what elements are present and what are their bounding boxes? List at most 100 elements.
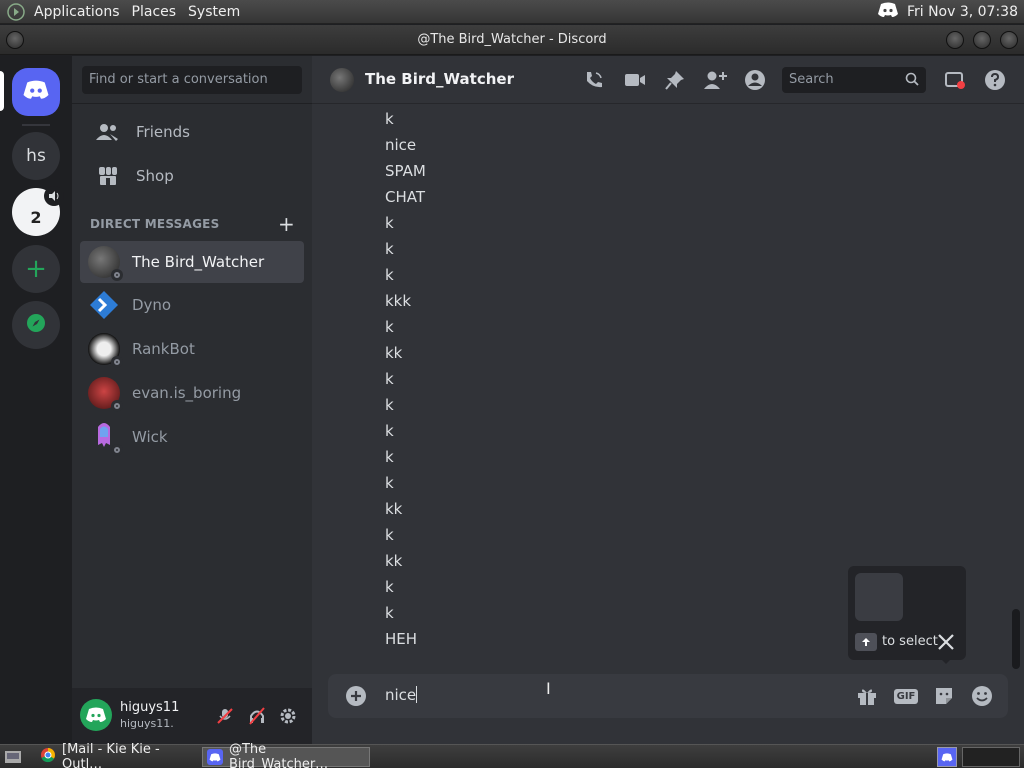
select-hint: to select bbox=[882, 634, 938, 649]
close-popup-icon[interactable] bbox=[936, 632, 956, 652]
explore-button[interactable] bbox=[12, 301, 60, 349]
chat-search-input[interactable]: Search bbox=[782, 67, 926, 93]
message-input[interactable]: nice bbox=[385, 686, 418, 704]
server-label: hs bbox=[26, 146, 46, 166]
add-friends-to-dm-icon[interactable] bbox=[703, 68, 727, 92]
message-text: k bbox=[385, 110, 394, 128]
dm-name: The Bird_Watcher bbox=[132, 253, 265, 271]
taskbar-item-mail[interactable]: [Mail - Kie Kie - Outl… bbox=[36, 742, 200, 768]
composer-area: nice I GIF bbox=[312, 670, 1024, 744]
message-text: kk bbox=[385, 552, 403, 570]
workspace-switcher[interactable] bbox=[962, 747, 1020, 767]
chrome-icon bbox=[40, 747, 56, 767]
upload-plus-icon[interactable] bbox=[346, 686, 366, 706]
username: higuys11 bbox=[120, 700, 180, 715]
message-text: HEH bbox=[385, 630, 418, 648]
dm-item-dyno[interactable]: Dyno bbox=[80, 284, 304, 326]
add-server-button[interactable]: + bbox=[12, 245, 60, 293]
window-titlebar[interactable]: @The Bird_Watcher - Discord bbox=[0, 25, 1024, 55]
taskbar: [Mail - Kie Kie - Outl… @The Bird_Watche… bbox=[0, 742, 1024, 768]
close-window-button[interactable] bbox=[1000, 31, 1018, 49]
user-profile-icon[interactable] bbox=[743, 68, 767, 92]
user-settings-gear-icon[interactable] bbox=[278, 706, 298, 726]
message-text: SPAM bbox=[385, 162, 426, 180]
user-panel: higuys11 higuys11. bbox=[72, 688, 312, 744]
video-call-icon[interactable] bbox=[623, 68, 647, 92]
home-button[interactable] bbox=[12, 68, 60, 116]
rail-divider bbox=[22, 124, 50, 126]
message-composer[interactable]: nice I GIF bbox=[328, 674, 1008, 718]
message-text: k bbox=[385, 396, 394, 414]
status-offline-icon bbox=[111, 444, 123, 456]
screen: Applications Places System Fri Nov 3, 07… bbox=[0, 0, 1024, 768]
window-menu-button[interactable] bbox=[6, 31, 24, 49]
create-dm-plus-icon[interactable]: + bbox=[278, 212, 295, 236]
active-pill bbox=[0, 71, 4, 111]
message-text: k bbox=[385, 578, 394, 596]
voice-call-icon[interactable] bbox=[582, 68, 606, 92]
status-offline-icon bbox=[111, 356, 123, 368]
message-text: nice bbox=[385, 136, 417, 154]
server-hs[interactable]: hs bbox=[12, 132, 60, 180]
compass-icon bbox=[26, 313, 46, 338]
speaker-badge-icon bbox=[44, 186, 64, 206]
emoji-icon[interactable] bbox=[970, 684, 994, 708]
gif-icon[interactable]: GIF bbox=[893, 684, 919, 708]
search-placeholder: Search bbox=[789, 72, 834, 87]
dm-item-rankbot[interactable]: RankBot bbox=[80, 328, 304, 370]
nav-friends[interactable]: Friends bbox=[80, 111, 304, 153]
inbox-icon[interactable] bbox=[943, 68, 967, 92]
minimize-button[interactable] bbox=[946, 31, 964, 49]
gif-label: GIF bbox=[893, 688, 919, 704]
sticker-icon[interactable] bbox=[932, 684, 956, 708]
user-tag: higuys11. bbox=[120, 717, 174, 730]
discord-tray-icon[interactable] bbox=[877, 2, 899, 22]
message-text: kk bbox=[385, 344, 403, 362]
maximize-button[interactable] bbox=[973, 31, 991, 49]
message-text: kk bbox=[385, 500, 403, 518]
direct-messages-header: DIRECT MESSAGES bbox=[90, 217, 220, 231]
message-text: k bbox=[385, 422, 394, 440]
mute-microphone-icon[interactable] bbox=[215, 706, 235, 726]
sticker-suggestion-popup: to select bbox=[848, 566, 966, 664]
scrollbar-thumb[interactable] bbox=[1012, 609, 1020, 669]
message-text: k bbox=[385, 266, 394, 284]
menu-places[interactable]: Places bbox=[132, 4, 177, 20]
message-text: k bbox=[385, 240, 394, 258]
dm-item-evan-is-boring[interactable]: evan.is_boring bbox=[80, 372, 304, 414]
show-desktop-icon[interactable] bbox=[4, 749, 22, 768]
chat-title[interactable]: The Bird_Watcher bbox=[365, 70, 514, 88]
user-avatar[interactable] bbox=[80, 699, 112, 731]
dm-name: Wick bbox=[132, 428, 168, 446]
pinned-messages-icon[interactable] bbox=[663, 68, 687, 92]
nav-label: Friends bbox=[136, 123, 190, 141]
message-text: k bbox=[385, 526, 394, 544]
message-text: k bbox=[385, 604, 394, 622]
taskbar-item-discord[interactable]: @The Bird_Watcher… bbox=[202, 742, 370, 768]
workspace-discord-icon[interactable] bbox=[937, 747, 957, 767]
dm-item-wick[interactable]: Wick bbox=[80, 416, 304, 458]
gift-icon[interactable] bbox=[855, 684, 879, 708]
sticker-thumbnail[interactable] bbox=[855, 573, 903, 621]
deafen-headphones-icon[interactable] bbox=[247, 706, 267, 726]
message-text: k bbox=[385, 214, 394, 232]
arrow-up-key-icon bbox=[855, 633, 877, 651]
find-conversation-input[interactable]: Find or start a conversation bbox=[82, 66, 302, 94]
menu-system[interactable]: System bbox=[188, 4, 240, 20]
menu-applications[interactable]: Applications bbox=[34, 4, 120, 20]
server-2[interactable]: 2 bbox=[12, 186, 64, 236]
chat-header: The Bird_Watcher Search bbox=[312, 56, 1024, 104]
clock[interactable]: Fri Nov 3, 07:38 bbox=[907, 4, 1018, 20]
server-rail: hs 2 + bbox=[0, 56, 72, 744]
gnome-foot-icon[interactable] bbox=[6, 2, 26, 22]
dm-name: Dyno bbox=[132, 296, 172, 314]
nav-shop[interactable]: Shop bbox=[80, 155, 304, 197]
taskbar-label: [Mail - Kie Kie - Outl… bbox=[62, 742, 160, 768]
dm-item-the-bird-watcher[interactable]: The Bird_Watcher bbox=[80, 241, 304, 283]
dm-sidebar: Find or start a conversation Friends Sho… bbox=[72, 56, 312, 688]
message-text: k bbox=[385, 474, 394, 492]
status-offline-icon bbox=[111, 400, 123, 412]
help-icon[interactable] bbox=[983, 68, 1007, 92]
avatar bbox=[88, 377, 123, 412]
search-icon bbox=[905, 72, 919, 90]
